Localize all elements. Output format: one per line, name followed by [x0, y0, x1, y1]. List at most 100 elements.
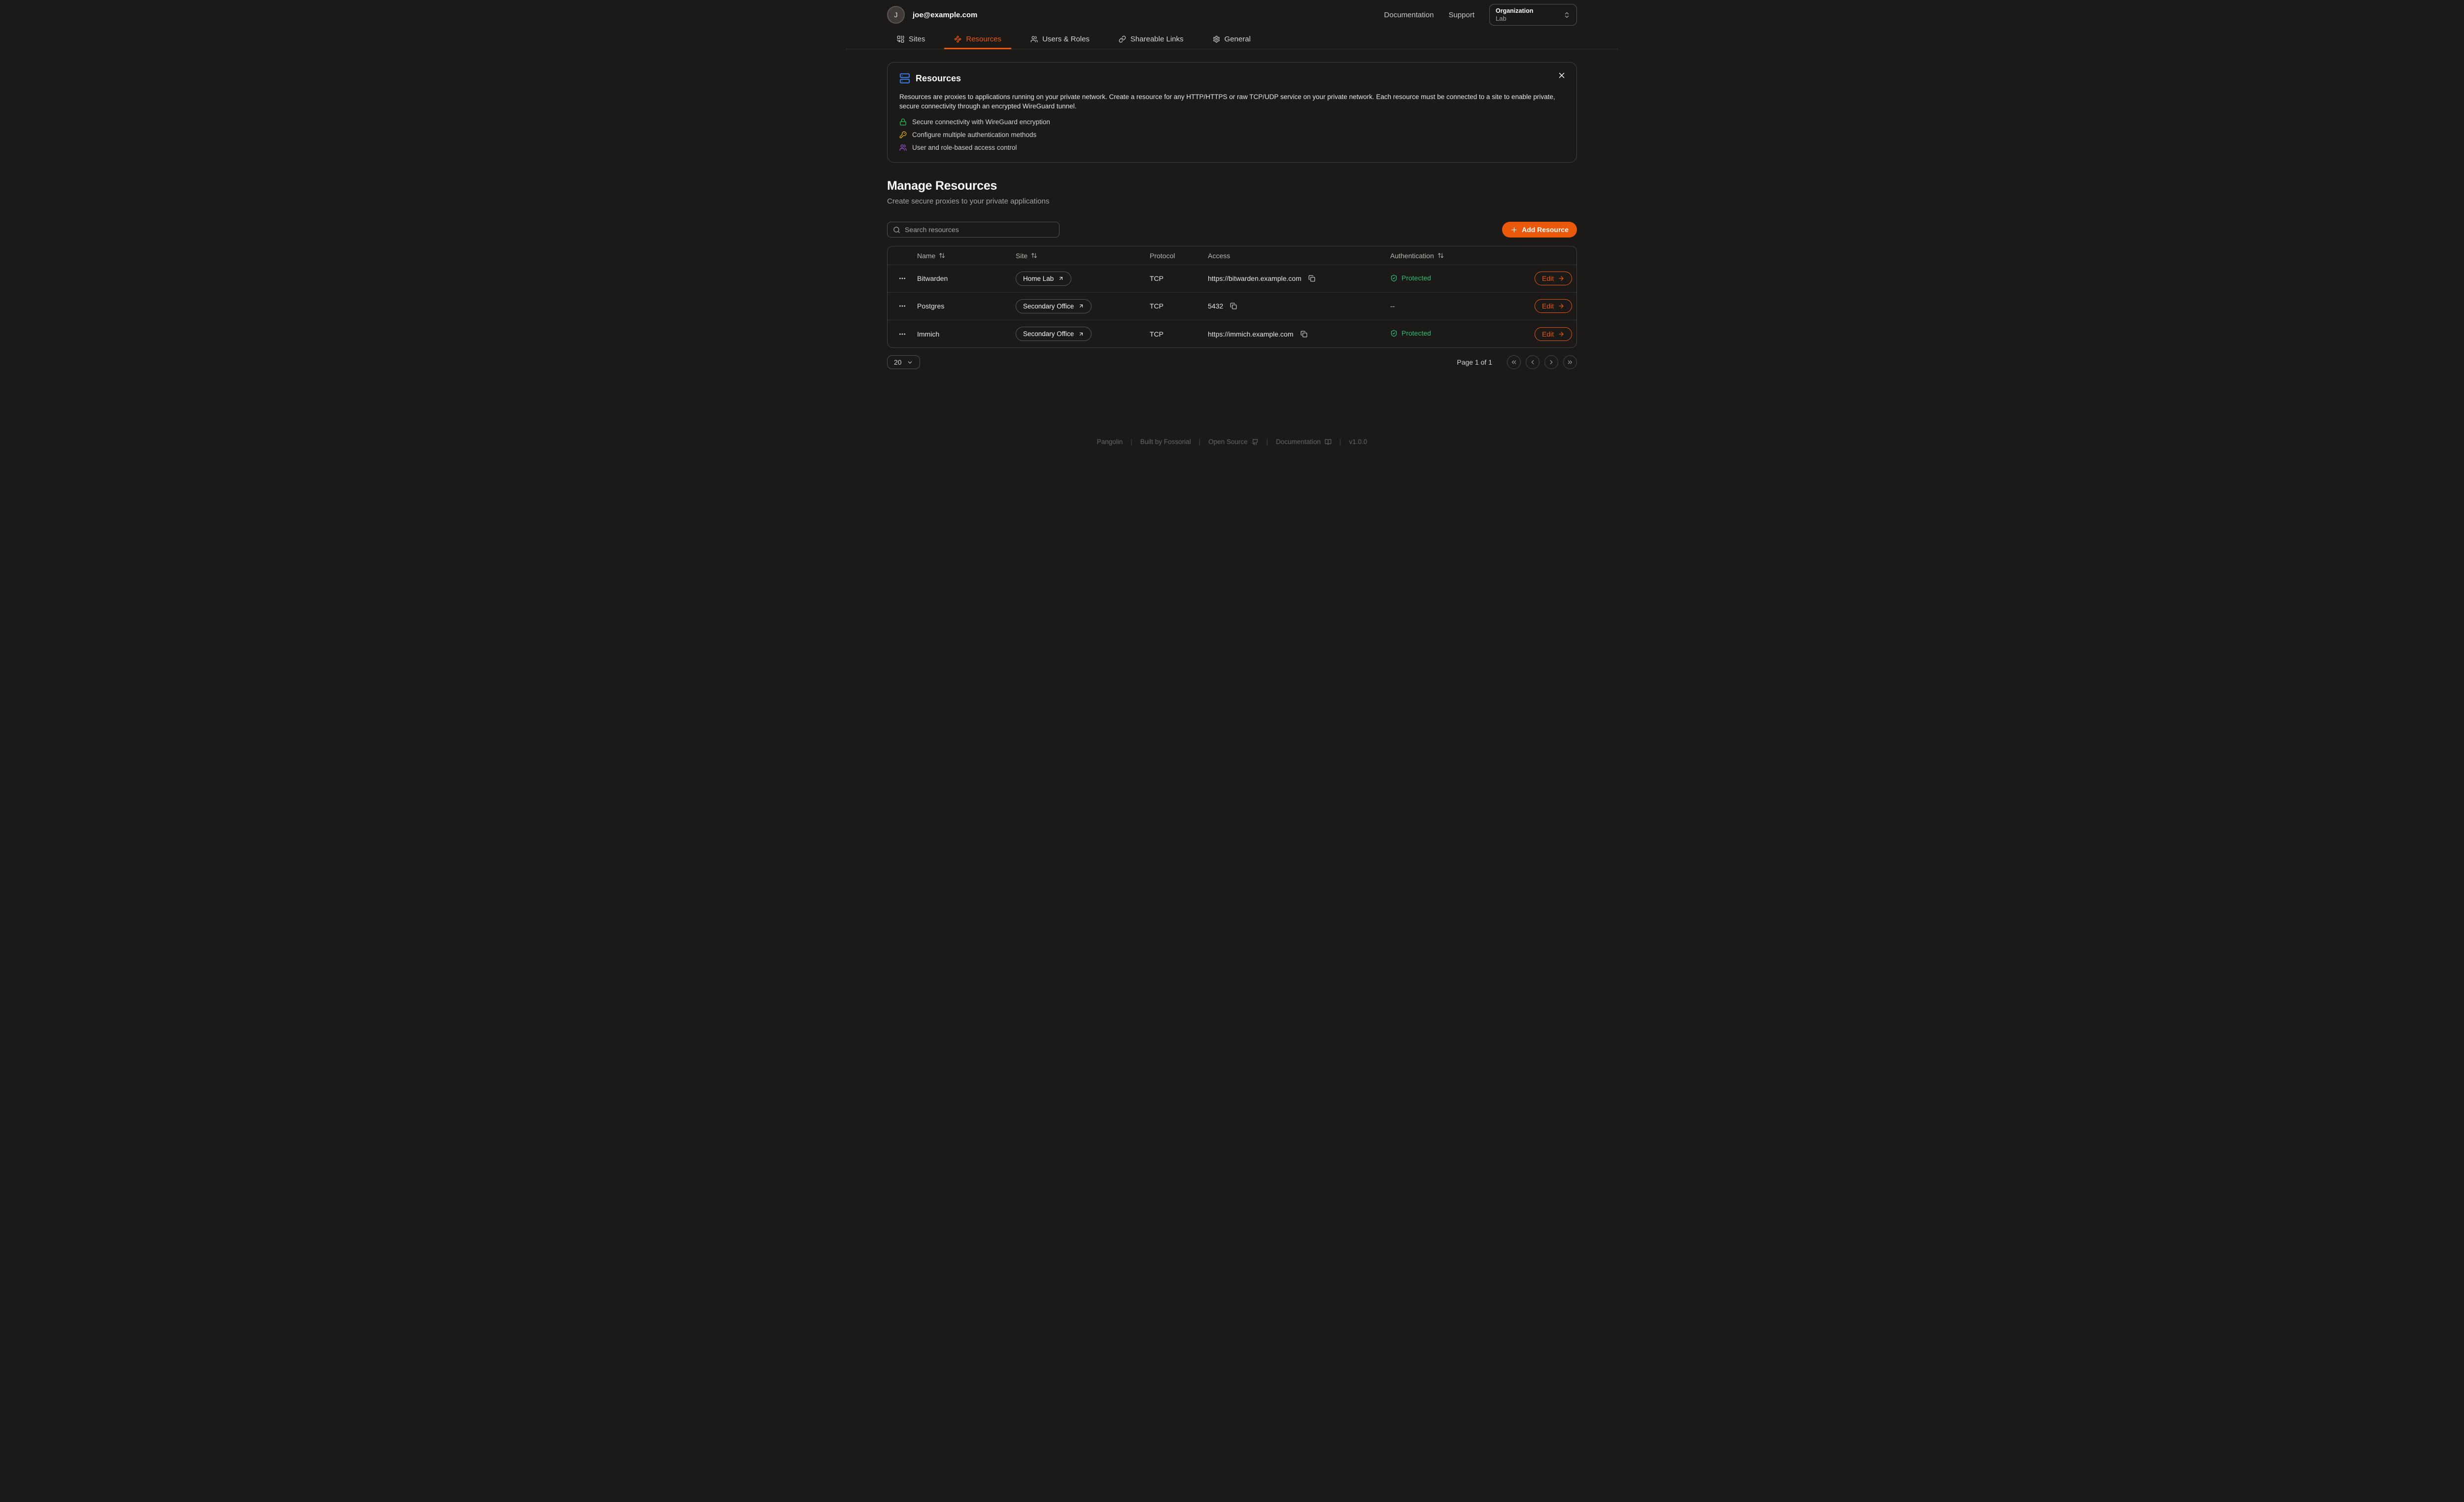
column-name: Name [917, 246, 1016, 265]
resource-name: Postgres [917, 292, 1016, 320]
resource-access: https://immich.example.com [1208, 330, 1294, 338]
feature-item: User and role-based access control [899, 144, 1565, 151]
copy-button[interactable] [1307, 274, 1316, 283]
last-page-button[interactable] [1563, 355, 1577, 369]
column-site: Site [1016, 246, 1150, 265]
chevron-right-icon [1548, 359, 1555, 366]
page-status: Page 1 of 1 [1457, 358, 1492, 366]
page-size-value: 20 [894, 358, 902, 366]
organization-label: Organization [1496, 7, 1554, 14]
edit-button[interactable]: Edit [1535, 272, 1572, 285]
footer-divider: | [1199, 438, 1201, 445]
plus-icon [1510, 226, 1518, 234]
next-page-button[interactable] [1544, 355, 1558, 369]
column-access: Access [1208, 246, 1390, 265]
topbar-right: Documentation Support Organization Lab [1384, 4, 1577, 26]
auth-status-badge: Protected [1390, 274, 1431, 282]
top-bar: J joe@example.com Documentation Support … [846, 0, 1618, 30]
column-protocol: Protocol [1150, 246, 1208, 265]
resource-access: 5432 [1208, 302, 1223, 310]
feature-text: Secure connectivity with WireGuard encry… [912, 118, 1050, 126]
feature-text: User and role-based access control [912, 144, 1017, 151]
resource-protocol: TCP [1150, 320, 1208, 347]
table-row: Immich Secondary Office TCP https://immi… [888, 320, 1576, 347]
site-link-button[interactable]: Secondary Office [1016, 299, 1092, 313]
github-icon [1252, 439, 1259, 445]
arrow-right-icon [1558, 275, 1565, 282]
resources-table: Name Site Protocol Access [887, 246, 1577, 348]
organization-value: Lab [1496, 15, 1554, 22]
users-icon [899, 144, 907, 151]
page-size-select[interactable]: 20 [887, 355, 920, 369]
arrow-right-icon [1558, 331, 1565, 338]
tab-label: General [1225, 35, 1251, 43]
tab-shareable-links[interactable]: Shareable Links [1109, 30, 1194, 49]
tab-general[interactable]: General [1203, 30, 1261, 49]
feature-text: Configure multiple authentication method… [912, 131, 1036, 138]
arrow-right-icon [1558, 303, 1565, 309]
table-row: Postgres Secondary Office TCP 5432 -- Ed… [888, 292, 1576, 320]
site-link-button[interactable]: Secondary Office [1016, 327, 1092, 341]
avatar-initial: J [894, 11, 898, 19]
footer-divider: | [1339, 438, 1341, 445]
tab-users-roles[interactable]: Users & Roles [1021, 30, 1099, 49]
table-row: Bitwarden Home Lab TCP https://bitwarden… [888, 265, 1576, 292]
documentation-link[interactable]: Documentation [1384, 11, 1434, 19]
sort-icon [939, 252, 945, 259]
footer-documentation-link[interactable]: Documentation [1276, 438, 1332, 445]
search-icon [893, 226, 900, 234]
first-page-button[interactable] [1507, 355, 1521, 369]
main-content: Resources Resources are proxies to appli… [846, 49, 1618, 369]
search-input[interactable] [905, 226, 1054, 234]
feature-item: Configure multiple authentication method… [899, 131, 1565, 138]
footer: Pangolin | Built by Fossorial | Open Sou… [846, 423, 1618, 457]
organization-selector[interactable]: Organization Lab [1489, 4, 1577, 26]
arrow-up-right-icon [1078, 303, 1084, 309]
sort-by-name[interactable]: Name [917, 252, 1016, 260]
toolbar: Add Resource [887, 222, 1577, 238]
chevron-down-icon [907, 359, 913, 366]
close-info-card-button[interactable] [1556, 70, 1567, 81]
copy-button[interactable] [1229, 302, 1238, 310]
copy-button[interactable] [1300, 330, 1308, 339]
chevron-left-icon [1529, 359, 1536, 366]
previous-page-button[interactable] [1526, 355, 1540, 369]
resource-access: https://bitwarden.example.com [1208, 274, 1301, 282]
link-icon [1119, 35, 1126, 43]
row-menu-button[interactable] [896, 273, 908, 284]
page-subtitle: Create secure proxies to your private ap… [887, 197, 1577, 205]
sort-by-authentication[interactable]: Authentication [1390, 252, 1535, 260]
ellipsis-icon [898, 330, 906, 338]
footer-open-source-link[interactable]: Open Source [1208, 438, 1259, 445]
info-card-title: Resources [916, 73, 961, 84]
column-menu [888, 246, 917, 265]
resource-protocol: TCP [1150, 265, 1208, 292]
avatar[interactable]: J [887, 6, 905, 24]
close-icon [1557, 71, 1566, 80]
chevrons-up-down-icon [1563, 11, 1571, 19]
edit-button[interactable]: Edit [1535, 327, 1572, 341]
sort-by-site[interactable]: Site [1016, 252, 1150, 260]
tab-label: Users & Roles [1042, 35, 1090, 43]
page-title: Manage Resources [887, 179, 1577, 193]
info-card-description: Resources are proxies to applications ru… [899, 93, 1565, 111]
edit-button[interactable]: Edit [1535, 299, 1572, 313]
feature-item: Secure connectivity with WireGuard encry… [899, 118, 1565, 126]
resources-info-card: Resources Resources are proxies to appli… [887, 62, 1577, 163]
support-link[interactable]: Support [1448, 11, 1474, 19]
column-actions [1535, 246, 1576, 265]
resource-name: Bitwarden [917, 265, 1016, 292]
site-link-button[interactable]: Home Lab [1016, 272, 1071, 286]
row-menu-button[interactable] [896, 300, 908, 312]
ellipsis-icon [898, 274, 906, 282]
settings-icon [1213, 35, 1220, 43]
add-resource-button[interactable]: Add Resource [1502, 222, 1577, 238]
copy-icon [1308, 275, 1315, 282]
tab-label: Resources [966, 35, 1001, 43]
tab-resources[interactable]: Resources [944, 30, 1011, 49]
row-menu-button[interactable] [896, 328, 908, 340]
tab-bar: Sites Resources Users & Roles Shareable … [846, 30, 1618, 49]
footer-divider: | [1130, 438, 1132, 445]
arrow-up-right-icon [1078, 331, 1084, 337]
tab-sites[interactable]: Sites [887, 30, 935, 49]
